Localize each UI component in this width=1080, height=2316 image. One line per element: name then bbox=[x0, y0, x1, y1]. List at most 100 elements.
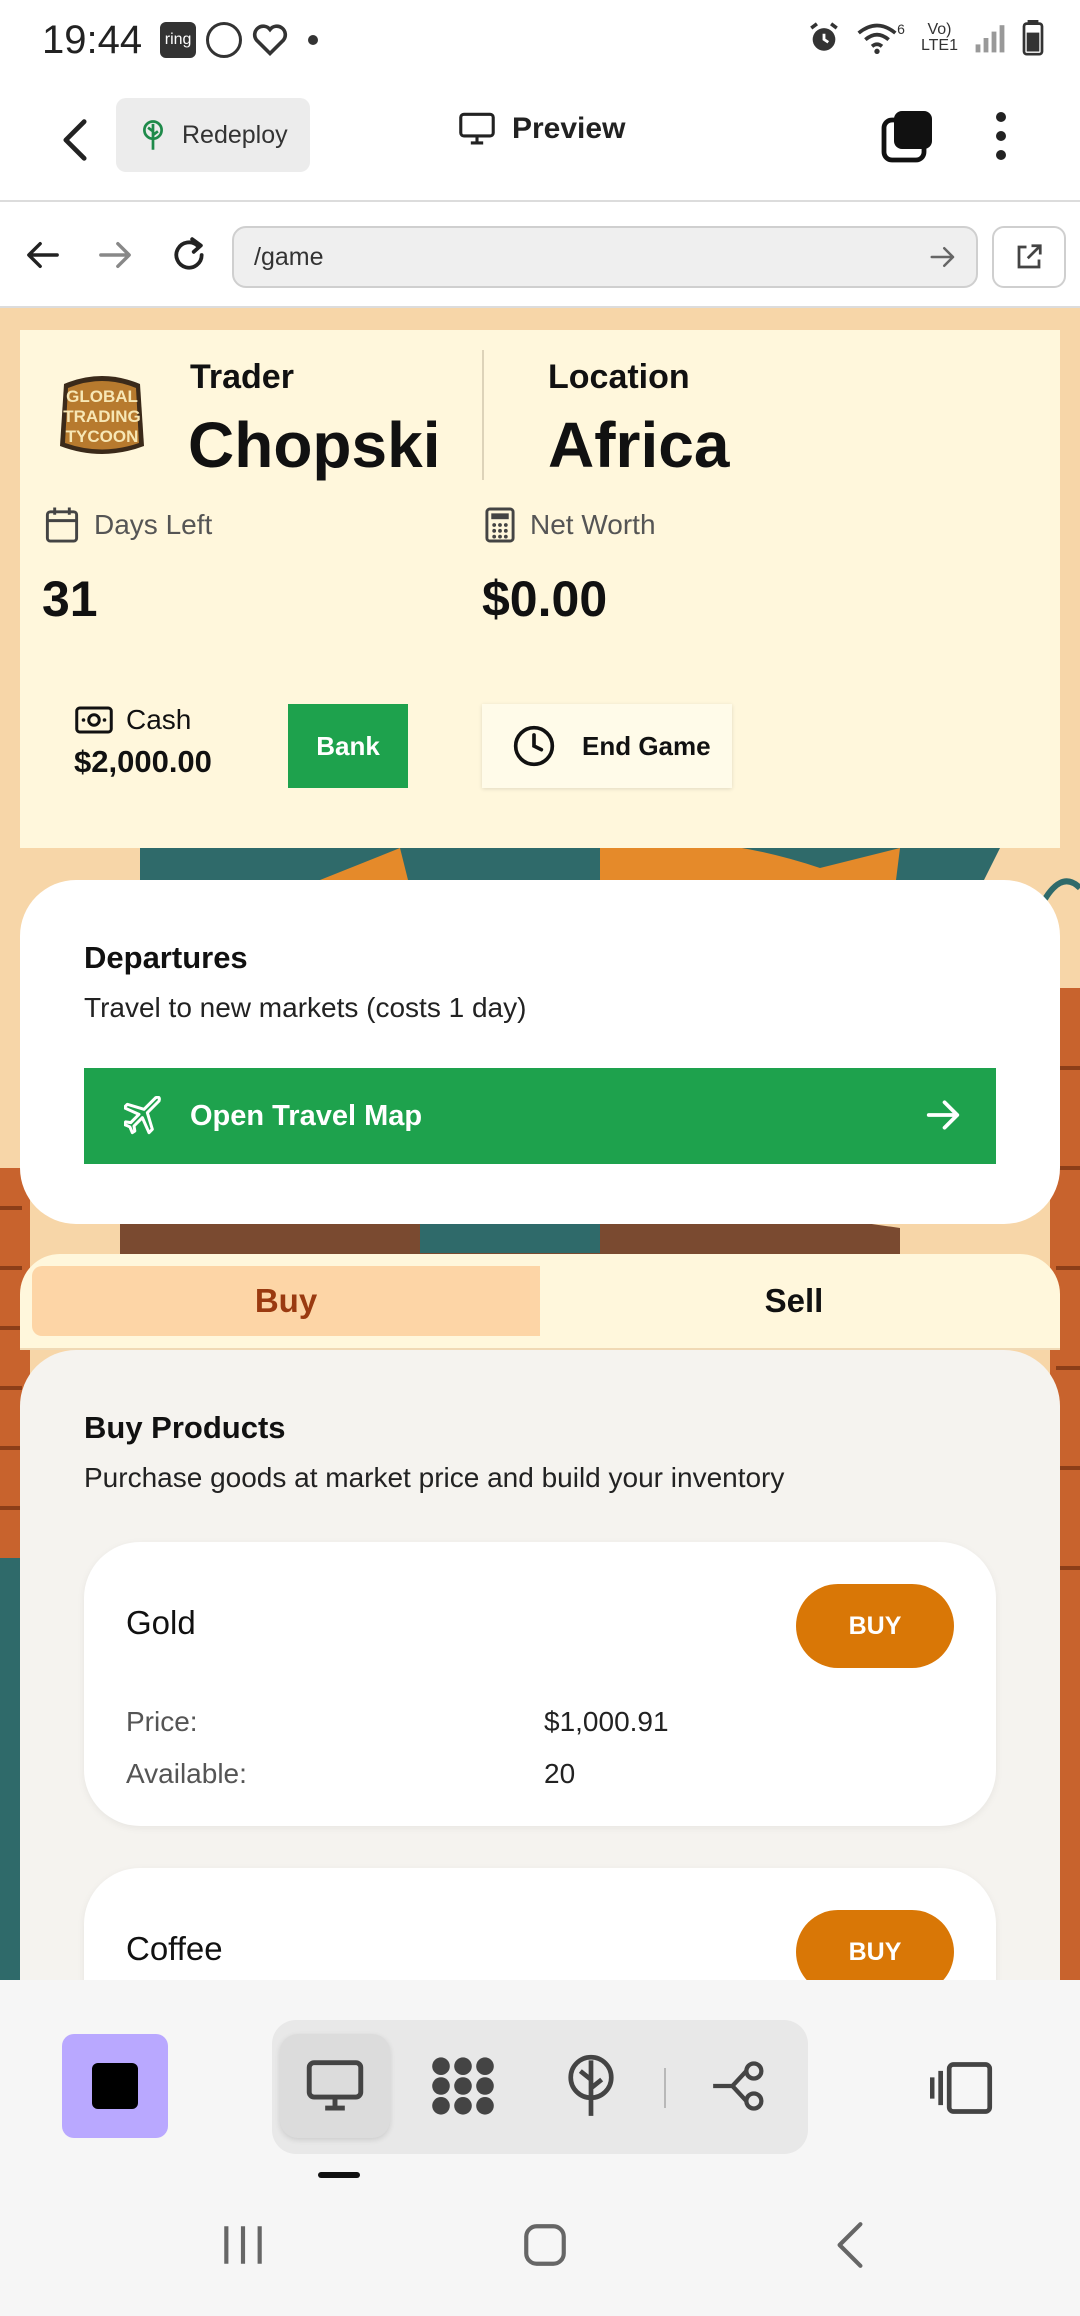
tabs-button[interactable] bbox=[880, 108, 936, 164]
departures-subtitle: Travel to new markets (costs 1 day) bbox=[84, 992, 527, 1023]
location-label: Location bbox=[548, 358, 690, 396]
available-label: Available: bbox=[126, 1758, 247, 1789]
logo-line-3: TYCOON bbox=[66, 427, 139, 446]
home-button[interactable] bbox=[520, 2220, 570, 2275]
redeploy-button[interactable]: Redeploy bbox=[116, 98, 310, 172]
volte-label: Vo) bbox=[927, 21, 952, 38]
kebab-dot bbox=[996, 150, 1006, 160]
product-name: Coffee bbox=[126, 1930, 223, 1967]
layout-toggle-button[interactable] bbox=[929, 2060, 994, 2121]
external-link-icon bbox=[1017, 244, 1042, 269]
status-time: 19:44 bbox=[42, 17, 143, 62]
cash-icon bbox=[75, 706, 113, 734]
reload-button[interactable] bbox=[164, 230, 214, 280]
plane-icon bbox=[124, 1096, 161, 1135]
calculator-icon bbox=[485, 507, 515, 543]
heart-icon bbox=[253, 24, 288, 57]
ring-icon: ring bbox=[160, 22, 197, 58]
back-icon bbox=[837, 2222, 863, 2268]
monitor-icon bbox=[306, 2060, 364, 2111]
available-value: 20 bbox=[544, 1758, 576, 1789]
logo-line-2: TRADING bbox=[63, 407, 140, 426]
home-icon bbox=[524, 2224, 566, 2266]
price-value: $1,000.91 bbox=[544, 1706, 669, 1737]
tool-deploy[interactable] bbox=[536, 2034, 646, 2138]
product-name: Gold bbox=[126, 1604, 196, 1641]
price-label: Price: bbox=[126, 1706, 198, 1737]
buy-products-panel: Buy Products Purchase goods at market pr… bbox=[20, 1350, 1060, 1980]
days-left-stat: Days Left bbox=[44, 506, 212, 544]
trader-name: Chopski bbox=[188, 409, 441, 481]
deploy-tree-icon bbox=[143, 120, 163, 150]
more-notifications-dot bbox=[308, 35, 319, 45]
arrow-left-icon bbox=[27, 241, 59, 269]
more-options-button[interactable] bbox=[986, 108, 1016, 164]
trader-label: Trader bbox=[190, 358, 294, 396]
status-system-icons: 6 Vo) LTE1 bbox=[807, 20, 1044, 56]
arrow-right-icon bbox=[926, 1100, 960, 1130]
go-arrow-icon[interactable] bbox=[928, 242, 958, 272]
status-bar: 19:44 ring 6 Vo) LTE1 bbox=[0, 0, 1080, 80]
app-header: Redeploy Preview bbox=[0, 80, 1080, 202]
game-viewport: GLOBAL TRADING TYCOON Trader Chopski Loc… bbox=[0, 308, 1080, 1980]
departures-title: Departures bbox=[84, 940, 248, 975]
network-type: Vo) LTE1 bbox=[921, 22, 958, 54]
browser-back-button[interactable] bbox=[18, 230, 68, 280]
game-logo: GLOBAL TRADING TYCOON bbox=[60, 376, 144, 454]
stop-button[interactable] bbox=[62, 2034, 168, 2138]
toolbar-separator bbox=[664, 2068, 666, 2108]
net-worth-label: Net Worth bbox=[530, 509, 656, 540]
back-button[interactable] bbox=[50, 110, 100, 170]
preview-toggle[interactable]: Preview bbox=[458, 112, 625, 146]
recents-icon bbox=[224, 2226, 262, 2264]
cash-label: Cash bbox=[126, 704, 192, 735]
layout-icon bbox=[929, 2062, 993, 2114]
recents-button[interactable] bbox=[218, 2220, 268, 2275]
url-bar: /game bbox=[0, 204, 1080, 308]
alarm-icon bbox=[810, 22, 838, 51]
days-left-value: 31 bbox=[42, 571, 98, 627]
calendar-icon bbox=[45, 507, 79, 543]
chevron-left-icon bbox=[63, 119, 87, 161]
url-path: /game bbox=[254, 242, 324, 271]
buy-gold-button[interactable]: BUY bbox=[796, 1584, 954, 1668]
view-switcher bbox=[272, 2020, 808, 2154]
clock-icon bbox=[513, 725, 555, 767]
kebab-dot bbox=[996, 112, 1006, 122]
tool-preview[interactable] bbox=[280, 2034, 390, 2138]
dots-grid-icon bbox=[432, 2057, 494, 2115]
open-travel-map-label: Open Travel Map bbox=[190, 1099, 423, 1132]
player-info-card: GLOBAL TRADING TYCOON Trader Chopski Loc… bbox=[20, 330, 1060, 848]
tool-components[interactable] bbox=[408, 2034, 518, 2138]
arrow-right-icon bbox=[99, 241, 131, 269]
tool-flow[interactable] bbox=[686, 2034, 796, 2138]
end-game-label: End Game bbox=[582, 730, 711, 761]
product-card-gold: Gold BUY Price: $1,000.91 Available: 20 bbox=[84, 1542, 996, 1826]
bottom-toolbar bbox=[0, 1980, 1080, 2180]
bank-button[interactable]: Bank bbox=[288, 704, 408, 788]
cash-value: $2,000.00 bbox=[74, 744, 212, 779]
status-notification-icons: ring bbox=[160, 22, 319, 58]
tab-buy[interactable]: Buy bbox=[32, 1266, 540, 1336]
reload-icon bbox=[174, 237, 204, 270]
tabs-icon bbox=[881, 111, 932, 163]
monitor-icon bbox=[459, 112, 495, 145]
redeploy-label: Redeploy bbox=[182, 120, 288, 149]
lens-icon bbox=[206, 22, 243, 58]
open-travel-map-button[interactable]: Open Travel Map bbox=[84, 1068, 996, 1164]
tab-sell[interactable]: Sell bbox=[540, 1266, 1048, 1336]
url-input[interactable]: /game bbox=[232, 226, 978, 288]
location-name: Africa bbox=[548, 409, 730, 481]
active-tool-indicator bbox=[318, 2172, 360, 2178]
preview-label: Preview bbox=[512, 112, 626, 145]
system-back-button[interactable] bbox=[830, 2220, 870, 2275]
stop-icon bbox=[92, 2063, 138, 2109]
flow-icon bbox=[713, 2061, 764, 2111]
net-worth-stat: Net Worth bbox=[484, 506, 656, 544]
buy-coffee-button[interactable]: BUY bbox=[796, 1910, 954, 1980]
open-external-button[interactable] bbox=[992, 226, 1066, 288]
cash-stat: Cash $2,000.00 bbox=[74, 704, 212, 780]
buy-products-title: Buy Products bbox=[84, 1410, 286, 1445]
end-game-button[interactable]: End Game bbox=[482, 704, 732, 788]
browser-forward-button[interactable] bbox=[90, 230, 140, 280]
